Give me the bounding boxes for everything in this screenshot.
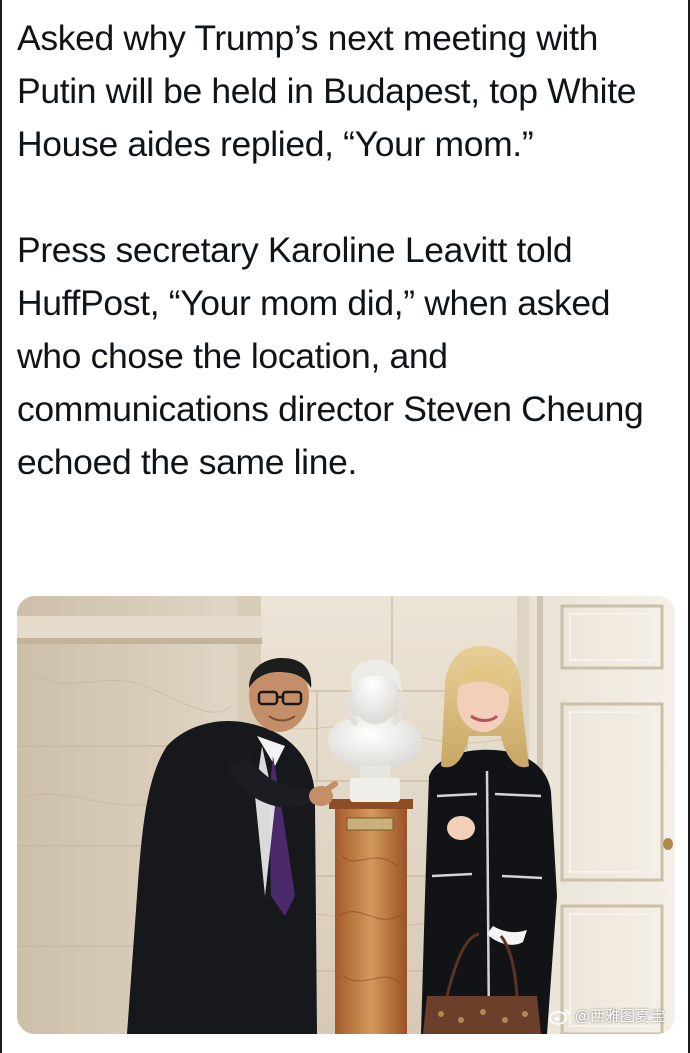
watermark-handle: @西雅图夏宝 — [574, 1008, 665, 1025]
weibo-icon — [548, 1007, 571, 1025]
post-paragraph-2: Press secretary Karoline Leavitt told Hu… — [17, 230, 644, 482]
post-photo[interactable]: @西雅图夏宝 — [17, 596, 675, 1034]
post-paragraph-1: Asked why Trump’s next meeting with Puti… — [17, 18, 637, 164]
watermark: @西雅图夏宝 — [548, 1005, 665, 1026]
frame-edge-left — [0, 0, 2, 1053]
post-text: Asked why Trump’s next meeting with Puti… — [17, 12, 677, 489]
photo-illustration — [17, 596, 675, 1034]
